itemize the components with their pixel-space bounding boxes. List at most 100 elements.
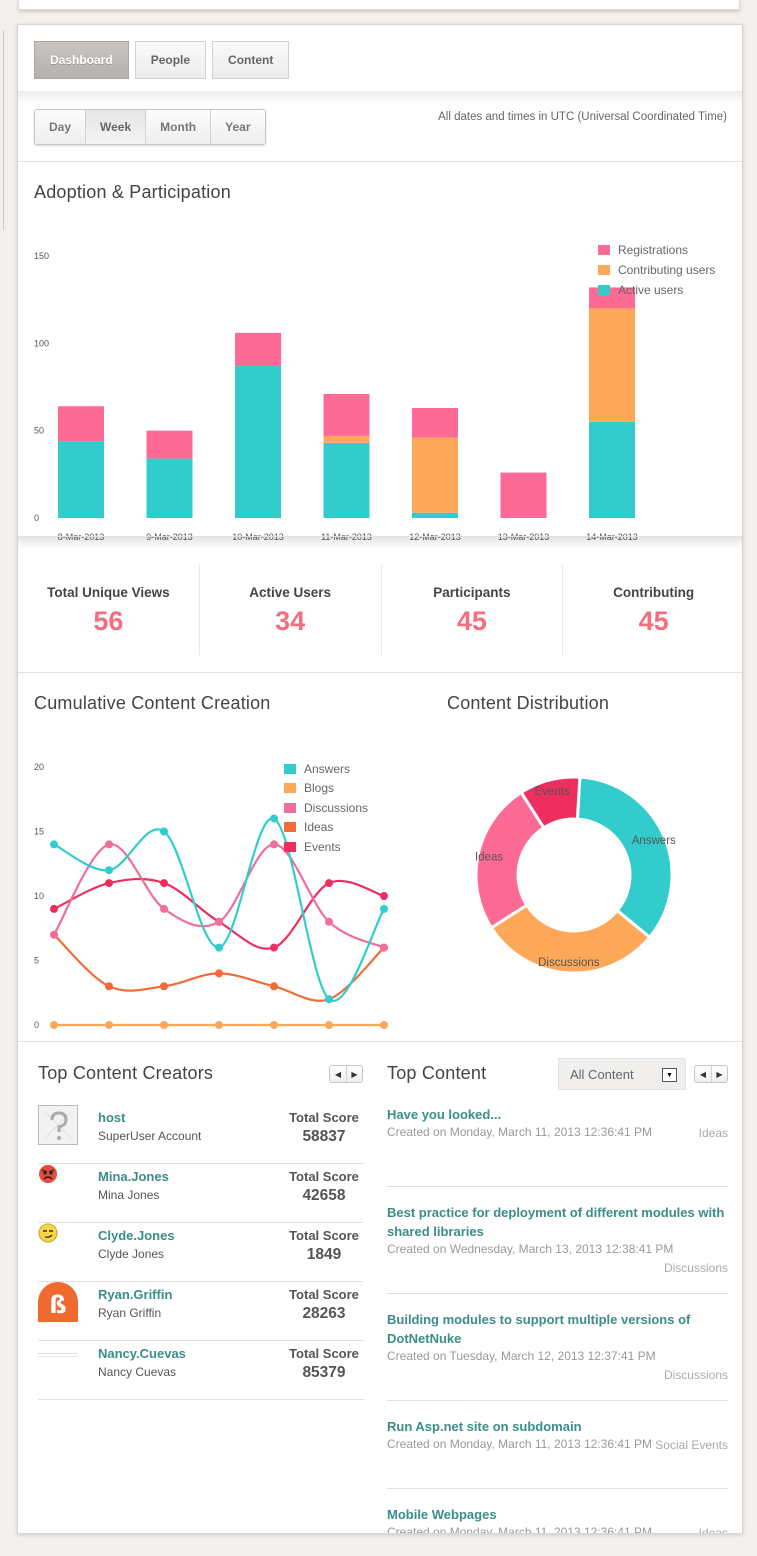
content-title-link[interactable]: Best practice for deployment of differen… xyxy=(387,1203,728,1241)
point-discussions[interactable] xyxy=(215,917,223,926)
legend-label: Ideas xyxy=(304,820,334,835)
bar-registrations[interactable] xyxy=(323,393,370,436)
period-week-button[interactable]: Week xyxy=(86,110,147,144)
creator-username-link[interactable]: Mina.Jones xyxy=(98,1169,169,1184)
stat-value: 45 xyxy=(638,606,669,636)
creator-username-link[interactable]: Ryan.Griffin xyxy=(98,1287,172,1302)
point-blogs[interactable] xyxy=(50,1021,58,1029)
point-blogs[interactable] xyxy=(380,1021,388,1029)
bar-contributing-users[interactable] xyxy=(412,437,458,513)
creator-row: host SuperUser Account Total Score 58837 xyxy=(38,1105,364,1164)
arrow-left-icon[interactable]: ◀ xyxy=(695,1066,711,1082)
y-tick-label: 50 xyxy=(34,426,44,436)
bar-active-users[interactable] xyxy=(146,458,193,518)
slice-answers[interactable] xyxy=(575,775,674,940)
creator-username-link[interactable]: host xyxy=(98,1110,125,1125)
point-blogs[interactable] xyxy=(160,1021,168,1029)
content-title-link[interactable]: Run Asp.net site on subdomain xyxy=(387,1417,728,1436)
legend-item: Blogs xyxy=(284,779,368,799)
point-ideas[interactable] xyxy=(160,982,168,991)
content-title-link[interactable]: Have you looked... xyxy=(387,1105,728,1124)
tab-band-shadow xyxy=(18,91,742,103)
content-filter-dropdown[interactable]: All Content ▼ xyxy=(558,1058,686,1090)
bar-active-users[interactable] xyxy=(589,421,635,518)
point-discussions[interactable] xyxy=(160,904,168,913)
period-year-button[interactable]: Year xyxy=(211,110,265,144)
tab-dashboard[interactable]: Dashboard xyxy=(34,41,129,79)
total-score-label: Total Score xyxy=(289,1110,359,1125)
bar-contributing-users[interactable] xyxy=(589,308,635,422)
point-answers[interactable] xyxy=(50,840,58,849)
point-blogs[interactable] xyxy=(270,1021,278,1029)
point-events[interactable] xyxy=(270,943,278,952)
point-discussions[interactable] xyxy=(380,943,388,952)
stats-row: Total Unique Views 56 Active Users 34 Partic… xyxy=(18,565,742,655)
point-events[interactable] xyxy=(50,904,58,913)
y-tick-label: 100 xyxy=(34,338,49,348)
point-ideas[interactable] xyxy=(215,969,223,978)
point-blogs[interactable] xyxy=(215,1021,223,1029)
point-events[interactable] xyxy=(160,879,168,888)
point-ideas[interactable] xyxy=(270,982,278,991)
legend-label: Contributing users xyxy=(618,263,716,277)
arrow-right-icon[interactable]: ▶ xyxy=(346,1066,362,1082)
period-month-button[interactable]: Month xyxy=(146,110,212,144)
period-day-button[interactable]: Day xyxy=(35,110,87,144)
point-answers[interactable] xyxy=(270,814,278,823)
creator-username-link[interactable]: Nancy.Cuevas xyxy=(98,1346,186,1361)
point-discussions[interactable] xyxy=(270,840,278,849)
creator-display-name: Nancy Cuevas xyxy=(98,1365,177,1379)
creator-row: Clyde.Jones Clyde Jones Total Score 1849 xyxy=(38,1223,364,1282)
tab-people[interactable]: People xyxy=(134,41,207,79)
content-pager: ◀ ▶ xyxy=(694,1065,728,1083)
point-blogs[interactable] xyxy=(105,1021,113,1029)
bar-registrations[interactable] xyxy=(235,332,281,367)
point-discussions[interactable] xyxy=(50,930,58,939)
point-ideas[interactable] xyxy=(105,982,113,991)
bar-registrations[interactable] xyxy=(146,430,193,459)
y-tick-label: 0 xyxy=(34,513,39,523)
distribution-title: Content Distribution xyxy=(447,693,610,713)
point-answers[interactable] xyxy=(325,995,333,1004)
total-score-label: Total Score xyxy=(289,1169,359,1184)
bar-registrations[interactable] xyxy=(412,407,458,438)
arrow-left-icon[interactable]: ◀ xyxy=(330,1066,346,1082)
point-answers[interactable] xyxy=(105,866,113,875)
content-created-date: Created on Monday, March 11, 2013 12:36:… xyxy=(387,1125,653,1139)
point-events[interactable] xyxy=(325,879,333,888)
point-events[interactable] xyxy=(380,892,388,900)
legend-item: Active users xyxy=(598,280,728,300)
bar-registrations[interactable] xyxy=(58,406,104,442)
bar-active-users[interactable] xyxy=(58,441,104,518)
tab-content[interactable]: Content xyxy=(212,41,290,79)
content-category: Social Events xyxy=(655,1438,728,1452)
creator-username-link[interactable]: Clyde.Jones xyxy=(98,1228,175,1243)
legend-swatch xyxy=(598,245,610,255)
point-answers[interactable] xyxy=(160,827,168,836)
cumulative-legend: Answers Blogs Discussions Ideas Events xyxy=(284,759,368,857)
bar-active-users[interactable] xyxy=(235,366,281,518)
top-strip xyxy=(18,0,740,10)
point-discussions[interactable] xyxy=(105,840,113,849)
point-answers[interactable] xyxy=(380,904,388,913)
blank-avatar-icon xyxy=(38,1341,78,1381)
content-item: Building modules to support multiple ver… xyxy=(387,1294,728,1401)
legend-label: Discussions xyxy=(304,800,369,815)
content-title-link[interactable]: Building modules to support multiple ver… xyxy=(387,1310,728,1348)
point-blogs[interactable] xyxy=(325,1021,333,1029)
bar-active-users[interactable] xyxy=(412,512,458,518)
chevron-down-icon[interactable]: ▼ xyxy=(662,1068,677,1082)
point-discussions[interactable] xyxy=(325,917,333,926)
bar-contributing-users[interactable] xyxy=(323,435,370,443)
arrow-right-icon[interactable]: ▶ xyxy=(711,1066,727,1082)
slice-label: Answers xyxy=(632,835,676,847)
point-events[interactable] xyxy=(105,879,113,888)
main-tabs: Dashboard People Content xyxy=(34,41,290,79)
stat-label: Active Users xyxy=(249,585,332,600)
point-answers[interactable] xyxy=(215,943,223,952)
content-title-link[interactable]: Mobile Webpages xyxy=(387,1505,728,1524)
bar-active-users[interactable] xyxy=(323,442,370,518)
legend-label: Events xyxy=(304,839,341,854)
bar-registrations[interactable] xyxy=(500,472,547,518)
total-score-value: 28263 xyxy=(302,1305,346,1322)
